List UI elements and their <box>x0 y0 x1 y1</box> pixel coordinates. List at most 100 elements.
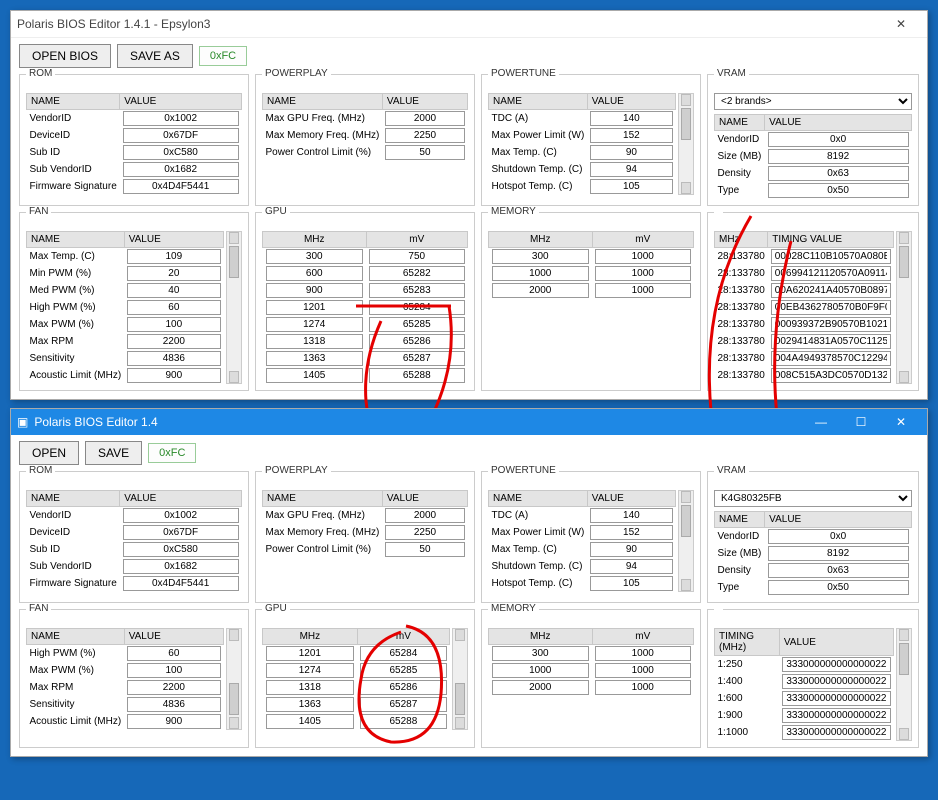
value-input[interactable] <box>385 145 464 160</box>
mhz-input[interactable] <box>492 663 590 678</box>
value-input[interactable] <box>127 697 220 712</box>
value-input[interactable] <box>771 351 891 366</box>
value-input[interactable] <box>771 300 891 315</box>
value-input[interactable] <box>768 563 909 578</box>
save-button[interactable]: SAVE <box>85 441 142 465</box>
value-input[interactable] <box>385 508 464 523</box>
mv-input[interactable] <box>369 368 465 383</box>
value-input[interactable] <box>123 179 239 194</box>
value-input[interactable] <box>771 317 891 332</box>
mv-input[interactable] <box>369 351 465 366</box>
value-input[interactable] <box>771 334 891 349</box>
mv-input[interactable] <box>595 266 691 281</box>
title-bar[interactable]: ▣ Polaris BIOS Editor 1.4 — ☐ ✕ <box>11 409 927 435</box>
value-input[interactable] <box>782 725 890 740</box>
open-button[interactable]: OPEN <box>19 441 79 465</box>
value-input[interactable] <box>385 542 464 557</box>
mv-input[interactable] <box>369 300 465 315</box>
mhz-input[interactable] <box>266 680 355 695</box>
mhz-input[interactable] <box>492 266 590 281</box>
mv-input[interactable] <box>360 663 446 678</box>
value-input[interactable] <box>771 368 891 383</box>
value-input[interactable] <box>123 542 239 557</box>
mv-input[interactable] <box>369 334 465 349</box>
mhz-input[interactable] <box>266 283 364 298</box>
mhz-input[interactable] <box>492 646 590 661</box>
mv-input[interactable] <box>595 663 691 678</box>
value-input[interactable] <box>590 111 672 126</box>
value-input[interactable] <box>590 542 672 557</box>
mv-input[interactable] <box>369 249 465 264</box>
value-input[interactable] <box>385 128 464 143</box>
value-input[interactable] <box>771 266 891 281</box>
mv-input[interactable] <box>595 646 691 661</box>
value-input[interactable] <box>127 266 220 281</box>
mhz-input[interactable] <box>266 266 364 281</box>
value-input[interactable] <box>768 149 909 164</box>
mhz-input[interactable] <box>492 283 590 298</box>
mhz-input[interactable] <box>492 680 590 695</box>
value-input[interactable] <box>127 714 220 729</box>
value-input[interactable] <box>782 691 890 706</box>
value-input[interactable] <box>127 368 220 383</box>
value-input[interactable] <box>768 166 909 181</box>
maximize-icon[interactable]: ☐ <box>841 409 881 435</box>
mhz-input[interactable] <box>492 249 590 264</box>
value-input[interactable] <box>768 546 909 561</box>
value-input[interactable] <box>768 132 909 147</box>
scrollbar[interactable] <box>226 231 242 384</box>
title-bar[interactable]: Polaris BIOS Editor 1.4.1 - Epsylon3 ✕ <box>11 11 927 38</box>
scrollbar[interactable] <box>896 231 912 384</box>
value-input[interactable] <box>782 674 890 689</box>
scrollbar[interactable] <box>452 628 468 730</box>
value-input[interactable] <box>590 128 672 143</box>
scrollbar[interactable] <box>226 628 242 730</box>
mhz-input[interactable] <box>266 646 355 661</box>
mv-input[interactable] <box>595 249 691 264</box>
mv-input[interactable] <box>595 283 691 298</box>
mhz-input[interactable] <box>266 300 364 315</box>
value-input[interactable] <box>127 680 220 695</box>
mv-input[interactable] <box>369 317 465 332</box>
save-as-button[interactable]: SAVE AS <box>117 44 193 68</box>
scrollbar[interactable] <box>678 93 694 195</box>
scrollbar[interactable] <box>896 628 912 741</box>
value-input[interactable] <box>127 663 220 678</box>
mv-input[interactable] <box>360 714 446 729</box>
minimize-icon[interactable]: — <box>801 409 841 435</box>
mhz-input[interactable] <box>266 249 364 264</box>
value-input[interactable] <box>123 576 239 591</box>
mhz-input[interactable] <box>266 697 355 712</box>
scrollbar[interactable] <box>678 490 694 592</box>
value-input[interactable] <box>127 646 220 661</box>
vram-brand-select[interactable]: <2 brands> <box>714 93 912 110</box>
value-input[interactable] <box>127 283 220 298</box>
value-input[interactable] <box>127 334 220 349</box>
value-input[interactable] <box>123 145 239 160</box>
mhz-input[interactable] <box>266 334 364 349</box>
mv-input[interactable] <box>369 283 465 298</box>
value-input[interactable] <box>123 128 239 143</box>
mv-input[interactable] <box>369 266 465 281</box>
value-input[interactable] <box>123 525 239 540</box>
value-input[interactable] <box>768 183 909 198</box>
mhz-input[interactable] <box>266 351 364 366</box>
value-input[interactable] <box>782 657 890 672</box>
mv-input[interactable] <box>595 680 691 695</box>
value-input[interactable] <box>590 559 672 574</box>
close-icon[interactable]: ✕ <box>881 11 921 37</box>
value-input[interactable] <box>590 576 672 591</box>
vram-brand-select[interactable]: K4G80325FB <box>714 490 912 507</box>
mhz-input[interactable] <box>266 368 364 383</box>
value-input[interactable] <box>123 508 239 523</box>
value-input[interactable] <box>127 317 220 332</box>
value-input[interactable] <box>385 525 464 540</box>
value-input[interactable] <box>771 283 891 298</box>
value-input[interactable] <box>123 559 239 574</box>
value-input[interactable] <box>782 708 890 723</box>
value-input[interactable] <box>590 525 672 540</box>
value-input[interactable] <box>590 179 672 194</box>
value-input[interactable] <box>768 529 909 544</box>
value-input[interactable] <box>768 580 909 595</box>
value-input[interactable] <box>590 145 672 160</box>
